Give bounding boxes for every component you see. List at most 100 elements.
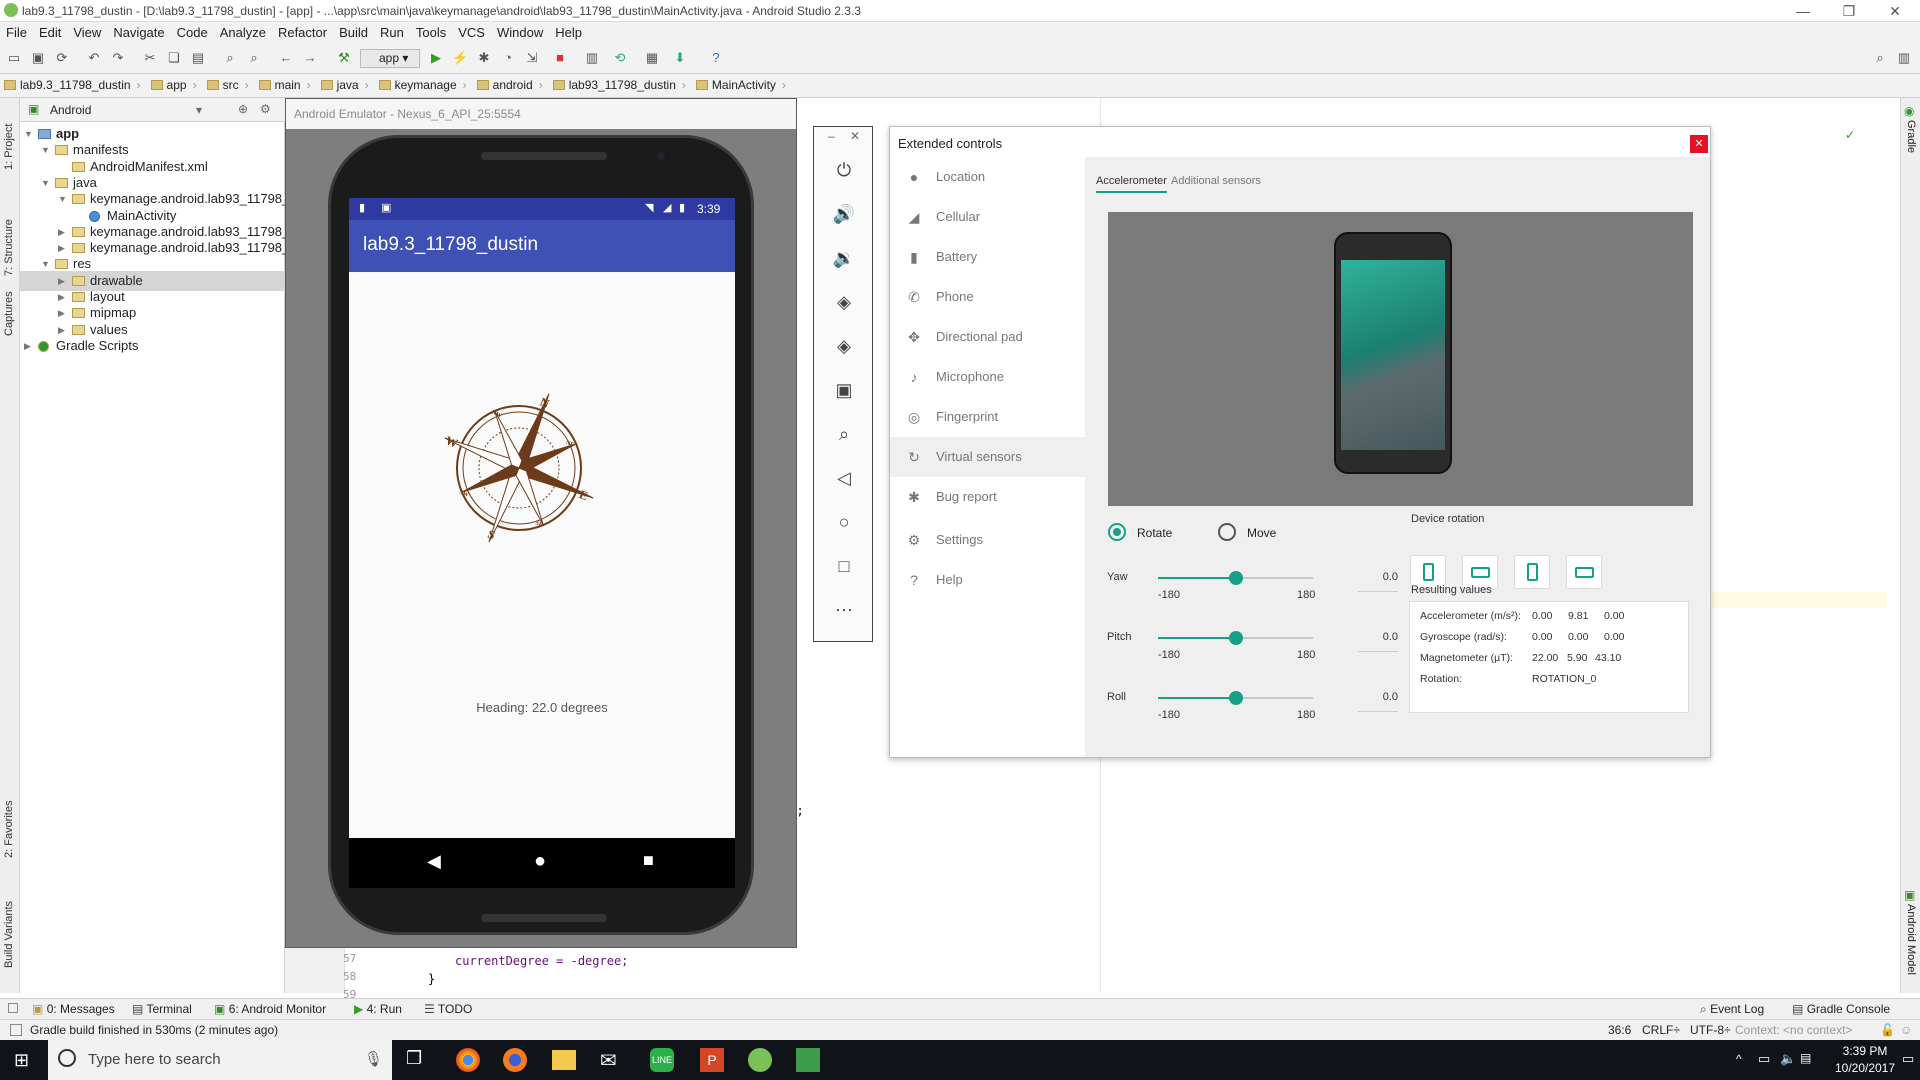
run-icon[interactable]: ▶: [428, 50, 444, 66]
tool-todo[interactable]: ☰ TODO: [424, 1002, 472, 1016]
close-button[interactable]: ✕: [1872, 0, 1918, 22]
copy-icon[interactable]: ❏: [166, 50, 182, 66]
menu-help[interactable]: Help: [549, 22, 588, 40]
breadcrumb-item[interactable]: java: [317, 74, 375, 92]
profile-icon[interactable]: ◔: [500, 50, 516, 66]
breadcrumb-item[interactable]: src: [203, 74, 255, 92]
attach-debugger-icon[interactable]: ⇲: [524, 50, 540, 66]
nav-location[interactable]: ● Location: [890, 157, 1085, 197]
debug-icon[interactable]: ✱: [476, 50, 492, 66]
breadcrumb-item[interactable]: lab9.3_11798_dustin: [0, 74, 147, 92]
open-icon[interactable]: ▭: [6, 50, 22, 66]
zoom-icon[interactable]: ⌕: [831, 421, 857, 447]
slider-value[interactable]: 0.0: [1358, 571, 1398, 592]
menu-build[interactable]: Build: [333, 22, 374, 40]
rotation-reverse-landscape-button[interactable]: [1566, 555, 1602, 589]
status-toggle-icon[interactable]: [10, 1024, 22, 1036]
action-center-icon[interactable]: ▭: [1902, 1051, 1914, 1067]
menu-navigate[interactable]: Navigate: [107, 22, 170, 40]
project-structure-icon[interactable]: ▦: [644, 50, 660, 66]
more-icon[interactable]: ⋯: [831, 597, 857, 623]
power-icon[interactable]: ⏻: [831, 157, 857, 183]
back-icon[interactable]: ←: [278, 50, 294, 66]
view-dropdown-icon[interactable]: ▾: [196, 103, 202, 117]
close-emulator-icon[interactable]: ✕: [850, 129, 860, 143]
tool-event-log[interactable]: ⌕ Event Log: [1700, 1002, 1764, 1017]
maximize-button[interactable]: ❐: [1826, 0, 1872, 22]
slider-yaw[interactable]: [1158, 571, 1313, 585]
breadcrumb-item[interactable]: main: [255, 74, 317, 92]
minimize-button[interactable]: —: [1780, 0, 1826, 22]
forward-icon[interactable]: →: [302, 50, 318, 66]
nav-cellular[interactable]: ◢ Cellular: [890, 197, 1085, 237]
rotation-reverse-portrait-button[interactable]: [1514, 555, 1550, 589]
windows-start-icon[interactable]: ⊞: [14, 1050, 29, 1071]
breadcrumb-item[interactable]: MainActivity: [692, 74, 792, 92]
make-project-icon[interactable]: ⚒: [336, 50, 352, 66]
nav-help[interactable]: ? Help: [890, 560, 1085, 600]
menu-vcs[interactable]: VCS: [452, 22, 491, 40]
tool-android-model[interactable]: Android Model: [1905, 904, 1917, 975]
layout-icon[interactable]: ▥: [1896, 50, 1912, 66]
find-icon[interactable]: ⌕: [222, 50, 238, 66]
menu-run[interactable]: Run: [374, 22, 410, 40]
nav-phone[interactable]: ✆ Phone: [890, 277, 1085, 317]
settings-icon[interactable]: ⚙: [260, 102, 271, 116]
slider-value[interactable]: 0.0: [1358, 691, 1398, 712]
line-separator[interactable]: CRLF÷: [1642, 1023, 1680, 1037]
gradle-sync-icon[interactable]: ⟲: [612, 50, 628, 66]
nav-directional-pad[interactable]: ✥ Directional pad: [890, 317, 1085, 357]
nav-battery[interactable]: ▮ Battery: [890, 237, 1085, 277]
menu-edit[interactable]: Edit: [33, 22, 67, 40]
network-icon[interactable]: ▭: [1758, 1051, 1770, 1067]
minimize-emulator-icon[interactable]: –: [828, 129, 835, 143]
line-app-icon[interactable]: LINE: [650, 1048, 674, 1072]
overview-icon[interactable]: □: [831, 553, 857, 579]
tool-messages[interactable]: ▣ 0: Messages: [32, 1002, 115, 1016]
slider-value[interactable]: 0.0: [1358, 631, 1398, 652]
slider-knob[interactable]: [1228, 571, 1243, 585]
nav-microphone[interactable]: ♪ Microphone: [890, 357, 1085, 397]
ime-icon[interactable]: ▤: [1800, 1051, 1811, 1065]
tool-gradle-console[interactable]: ▤ Gradle Console: [1792, 1002, 1890, 1016]
taskbar-search[interactable]: Type here to search 🎙: [48, 1040, 392, 1080]
menu-analyze[interactable]: Analyze: [214, 22, 272, 40]
emulator-taskbar-icon[interactable]: [796, 1048, 820, 1072]
tool-project[interactable]: 1: Project: [3, 124, 15, 170]
tray-chevron-icon[interactable]: ^: [1736, 1052, 1742, 1066]
sync-scroll-icon[interactable]: ⊕: [238, 102, 248, 116]
inspector-icon[interactable]: ☺: [1900, 1023, 1912, 1037]
caret-position[interactable]: 36:6: [1608, 1023, 1631, 1037]
project-view-select[interactable]: Android: [50, 103, 91, 117]
nav-virtual-sensors[interactable]: ↻ Virtual sensors: [890, 437, 1085, 477]
slider-knob[interactable]: [1228, 631, 1243, 645]
home-nav-icon[interactable]: ●: [534, 850, 546, 873]
tool-captures[interactable]: Captures: [3, 291, 15, 336]
rotate-left-icon[interactable]: ◈: [831, 289, 857, 315]
home-icon[interactable]: ○: [831, 509, 857, 535]
tool-gradle[interactable]: Gradle: [1905, 120, 1917, 153]
replace-icon[interactable]: ⌕: [246, 50, 262, 66]
nav-settings[interactable]: ⚙ Settings: [890, 520, 1085, 560]
redo-icon[interactable]: ↷: [110, 50, 126, 66]
undo-icon[interactable]: ↶: [86, 50, 102, 66]
breadcrumb-item[interactable]: lab93_11798_dustin: [549, 74, 692, 92]
tray-date[interactable]: 10/20/2017: [1830, 1061, 1900, 1075]
back-nav-icon[interactable]: ◀: [427, 851, 441, 872]
camera-icon[interactable]: ▣: [831, 377, 857, 403]
task-view-icon[interactable]: ❐: [406, 1048, 422, 1069]
powerpoint-icon[interactable]: P: [700, 1048, 724, 1072]
menu-view[interactable]: View: [67, 22, 107, 40]
firefox-icon[interactable]: [503, 1048, 527, 1072]
breadcrumb-item[interactable]: keymanage: [375, 74, 473, 92]
lock-icon[interactable]: 🔓: [1880, 1023, 1895, 1037]
menu-file[interactable]: File: [0, 22, 33, 40]
close-extended-icon[interactable]: ✕: [1690, 135, 1708, 153]
volume-down-icon[interactable]: 🔉: [831, 245, 857, 271]
slider-knob[interactable]: [1228, 691, 1243, 705]
slider-roll[interactable]: [1158, 691, 1313, 705]
tool-run[interactable]: ▶ 4: Run: [354, 1002, 402, 1016]
back-icon[interactable]: ◁: [831, 465, 857, 491]
save-icon[interactable]: ▣: [30, 50, 46, 66]
tool-android-monitor[interactable]: ▣ 6: Android Monitor: [214, 1002, 326, 1016]
